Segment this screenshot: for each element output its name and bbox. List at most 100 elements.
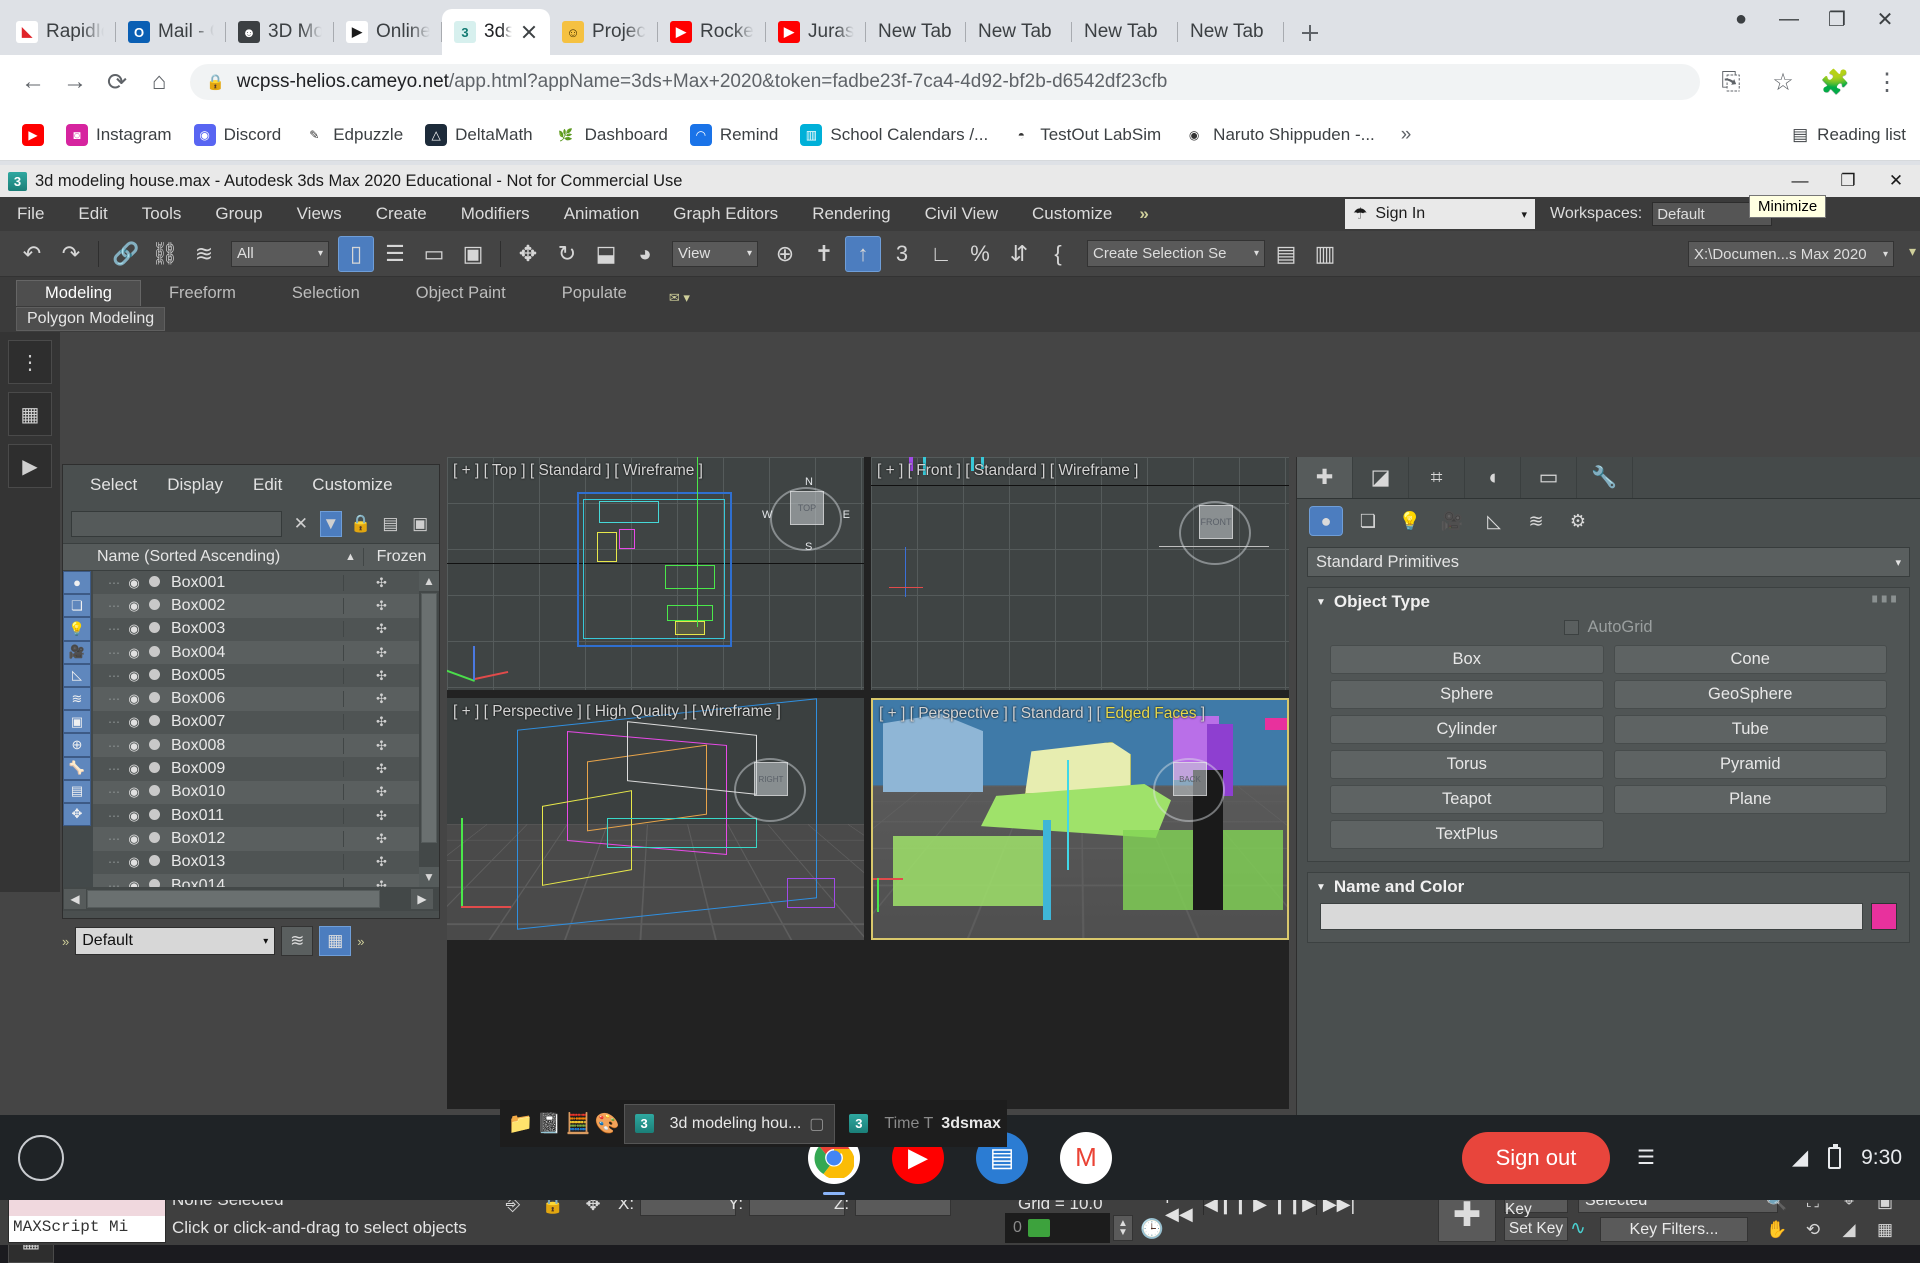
left-toolbar-button-2[interactable]: ▦ — [8, 392, 52, 436]
unlink-icon[interactable]: ⛓ — [147, 236, 183, 272]
taskbar-app-time[interactable]: 3 Time T 3dsmax — [839, 1104, 1010, 1144]
bookmark-4[interactable]: ✎ Edpuzzle — [295, 120, 411, 150]
key-filters-button[interactable]: Key Filters... — [1600, 1217, 1748, 1242]
scroll-left-icon[interactable]: ◀ — [64, 889, 86, 909]
percent-icon[interactable]: % — [962, 236, 998, 272]
frozen-cell[interactable]: ✣ — [343, 784, 419, 801]
menu-overflow-icon[interactable]: » — [1129, 204, 1158, 224]
primitive-category-dropdown[interactable]: Standard Primitives ▾ — [1307, 547, 1910, 577]
filter-helpers-icon[interactable]: ◺ — [63, 663, 91, 687]
visibility-eye-icon[interactable]: ◉ — [123, 854, 145, 870]
browser-tab-2[interactable]: O Mail - C — [116, 9, 226, 55]
visibility-eye-icon[interactable]: ◉ — [123, 738, 145, 754]
chrome-menu-icon[interactable]: ⋮ — [1868, 63, 1906, 101]
spinner-snap-icon[interactable]: ∟ — [923, 236, 959, 272]
column-header-name[interactable]: Name (Sorted Ascending) — [93, 548, 345, 566]
left-toolbar-button-3[interactable]: ▶ — [8, 444, 52, 488]
autogrid-checkbox[interactable] — [1564, 620, 1580, 635]
align-icon[interactable]: { — [1040, 236, 1076, 272]
browser-tab-7[interactable]: ▶ Rocket — [658, 9, 766, 55]
sign-in-button[interactable]: ☂ Sign In ▾ — [1345, 199, 1535, 229]
max-minimize-button[interactable]: — — [1776, 165, 1824, 197]
rectangular-select-region-icon[interactable]: ▭ — [416, 236, 452, 272]
polygon-modeling-panel[interactable]: Polygon Modeling — [16, 307, 166, 331]
browser-tab-5[interactable]: 3 3ds — [442, 9, 550, 55]
ribbon-tab-selection[interactable]: Selection — [264, 280, 388, 306]
browser-tab-8[interactable]: ▶ Jurassi — [766, 9, 866, 55]
reference-coordinate-dropdown[interactable]: View ▾ — [672, 240, 758, 267]
sign-out-button[interactable]: Sign out — [1462, 1131, 1610, 1184]
viewport-label[interactable]: [ + ] [ Perspective ] [ Standard ] [ Edg… — [879, 705, 1205, 723]
visibility-eye-icon[interactable]: ◉ — [123, 878, 145, 888]
table-row[interactable]: ⋯ ◉ Box011 ✣ — [93, 803, 419, 828]
menu-graph-editors[interactable]: Graph Editors — [656, 197, 795, 231]
time-spinner[interactable]: ▲ ▼ — [1113, 1215, 1133, 1241]
bind-space-warp-icon[interactable]: ≋ — [186, 236, 222, 272]
toolbar-overflow-icon[interactable]: ▾ — [1909, 243, 1916, 260]
frozen-cell[interactable]: ✣ — [343, 574, 419, 591]
paint-icon[interactable]: 🎨 — [595, 1107, 620, 1141]
menu-edit[interactable]: Edit — [61, 197, 124, 231]
bookmark-5[interactable]: △ DeltaMath — [417, 120, 540, 150]
maxscript-input-pane[interactable]: MAXScript Mi — [9, 1216, 165, 1242]
visibility-eye-icon[interactable]: ◉ — [123, 831, 145, 847]
file-explorer-icon[interactable]: 📁 — [508, 1107, 533, 1141]
frozen-cell[interactable]: ✣ — [343, 597, 419, 614]
object-color-dot[interactable] — [145, 644, 163, 662]
object-color-swatch[interactable] — [1871, 903, 1897, 930]
battery-icon[interactable] — [1828, 1143, 1842, 1169]
object-type-textplus[interactable]: TextPlus — [1330, 820, 1604, 849]
visibility-eye-icon[interactable]: ◉ — [123, 598, 145, 614]
visibility-eye-icon[interactable]: ◉ — [123, 714, 145, 730]
object-color-dot[interactable] — [145, 574, 163, 592]
browser-tab-12[interactable]: New Tab — [1178, 9, 1284, 55]
undo-icon[interactable]: ↶ — [14, 236, 50, 272]
filter-cameras-icon[interactable]: 🎥 — [63, 640, 91, 664]
clock-label[interactable]: 9:30 — [1861, 1146, 1902, 1170]
browser-tab-1[interactable]: ◣ RapidIdentity — [4, 9, 116, 55]
calculator-icon[interactable]: 🧮 — [566, 1107, 591, 1141]
envelope-icon[interactable]: ✉ ▾ — [669, 290, 690, 306]
object-type-tube[interactable]: Tube — [1613, 715, 1887, 744]
render-setup-icon[interactable] — [1027, 1219, 1050, 1237]
ribbon-tab-object-paint[interactable]: Object Paint — [388, 280, 534, 306]
bookmark-star-icon[interactable]: ☆ — [1764, 63, 1802, 101]
snaps-toggle-icon[interactable]: ✝ — [806, 236, 842, 272]
explorer-menu-display[interactable]: Display — [152, 475, 238, 495]
maximize-viewport-icon[interactable]: ▦ — [1868, 1217, 1902, 1243]
object-color-dot[interactable] — [145, 853, 163, 871]
object-name-cell[interactable]: Box010 — [163, 783, 343, 801]
filter-groups-icon[interactable]: ✥ — [63, 802, 91, 827]
modify-tab[interactable]: ◪ — [1353, 457, 1409, 498]
menu-civil-view[interactable]: Civil View — [908, 197, 1015, 231]
hierarchy-tab[interactable]: ⌗ — [1409, 457, 1465, 498]
cameras-subtab[interactable]: 🎥 — [1435, 506, 1469, 536]
table-row[interactable]: ⋯ ◉ Box007 ✣ — [93, 710, 419, 735]
visibility-eye-icon[interactable]: ◉ — [123, 575, 145, 591]
notepad-icon[interactable]: 📓 — [537, 1107, 562, 1141]
time-configuration-icon[interactable]: 🕒 — [1140, 1217, 1164, 1241]
select-object-icon[interactable]: ▯ — [338, 235, 374, 272]
browser-tab-10[interactable]: New Tab — [966, 9, 1072, 55]
visibility-eye-icon[interactable]: ◉ — [123, 691, 145, 707]
object-name-cell[interactable]: Box002 — [163, 597, 343, 615]
max-close-button[interactable]: ✕ — [1872, 165, 1920, 197]
bookmark-6[interactable]: 🌿 Dashboard — [547, 120, 676, 150]
object-color-dot[interactable] — [145, 713, 163, 731]
view-cube-back[interactable]: BACK — [1153, 756, 1225, 822]
select-and-move-icon[interactable]: ✥ — [510, 236, 546, 272]
toolbar-overflow-icon[interactable]: » — [62, 934, 69, 949]
view-cube-top[interactable]: TOP N S W E — [762, 476, 850, 553]
table-row[interactable]: ⋯ ◉ Box010 ✣ — [93, 780, 419, 804]
home-icon[interactable]: ⌂ — [140, 63, 178, 101]
object-type-torus[interactable]: Torus — [1330, 750, 1604, 779]
object-name-cell[interactable]: Box012 — [163, 830, 343, 848]
frozen-cell[interactable]: ✣ — [343, 644, 419, 661]
object-name-cell[interactable]: Box008 — [163, 737, 343, 755]
object-color-dot[interactable] — [145, 807, 163, 825]
collapse-all-icon[interactable]: ▣ — [409, 511, 431, 537]
bookmark-8[interactable]: ▥ School Calendars /... — [792, 120, 996, 150]
scroll-right-icon[interactable]: ▶ — [411, 889, 433, 909]
visibility-eye-icon[interactable]: ◉ — [123, 621, 145, 637]
filter-layers-icon[interactable]: ▤ — [63, 779, 91, 803]
